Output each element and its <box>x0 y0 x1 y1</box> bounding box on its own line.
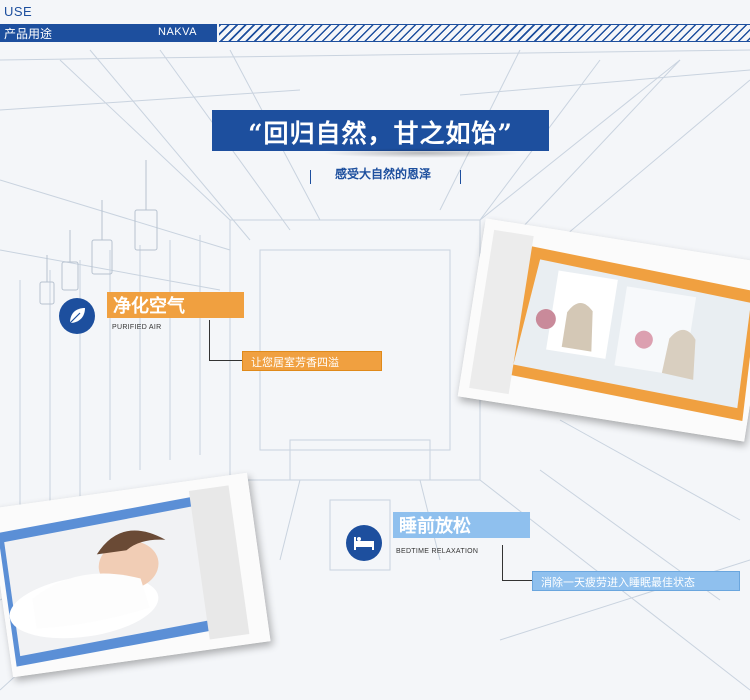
connector-line <box>502 580 532 581</box>
feature-english: PURIFIED AIR <box>112 324 162 331</box>
slogan-subtitle: 感受大自然的恩泽 <box>335 167 432 181</box>
feature-title-box: 睡前放松 <box>393 512 530 538</box>
connector-line <box>209 320 210 360</box>
sleeping-woman-photo-card <box>0 472 271 678</box>
slogan-text: “回归自然，甘之如饴” <box>248 119 513 148</box>
subtitle-divider-right <box>460 170 461 184</box>
feature-description-box: 让您居室芳香四溢 <box>242 351 382 371</box>
connector-line <box>502 545 503 580</box>
feature-title-box: 净化空气 <box>107 292 244 318</box>
section-title: 产品用途 <box>4 27 53 41</box>
feature-title: 睡前放松 <box>399 516 471 537</box>
slogan-shadow <box>322 148 522 158</box>
connector-line <box>209 360 242 361</box>
sleeping-woman-photo <box>0 472 271 678</box>
feature-description: 让您居室芳香四溢 <box>251 356 339 369</box>
leaf-icon <box>59 298 95 334</box>
feature-title: 净化空气 <box>113 296 185 317</box>
bed-icon <box>346 525 382 561</box>
feature-english: BEDTIME RELAXATION <box>396 548 479 555</box>
feature-description-box: 消除一天疲劳进入睡眠最佳状态 <box>532 571 740 591</box>
slogan-banner: “回归自然，甘之如饴” <box>212 110 549 151</box>
brand-name: NAKVA <box>158 26 197 38</box>
feature-description: 消除一天疲劳进入睡眠最佳状态 <box>541 576 695 589</box>
subtitle-divider-left <box>310 170 311 184</box>
header-stripes <box>219 24 750 42</box>
section-label-use: USE <box>4 4 33 19</box>
